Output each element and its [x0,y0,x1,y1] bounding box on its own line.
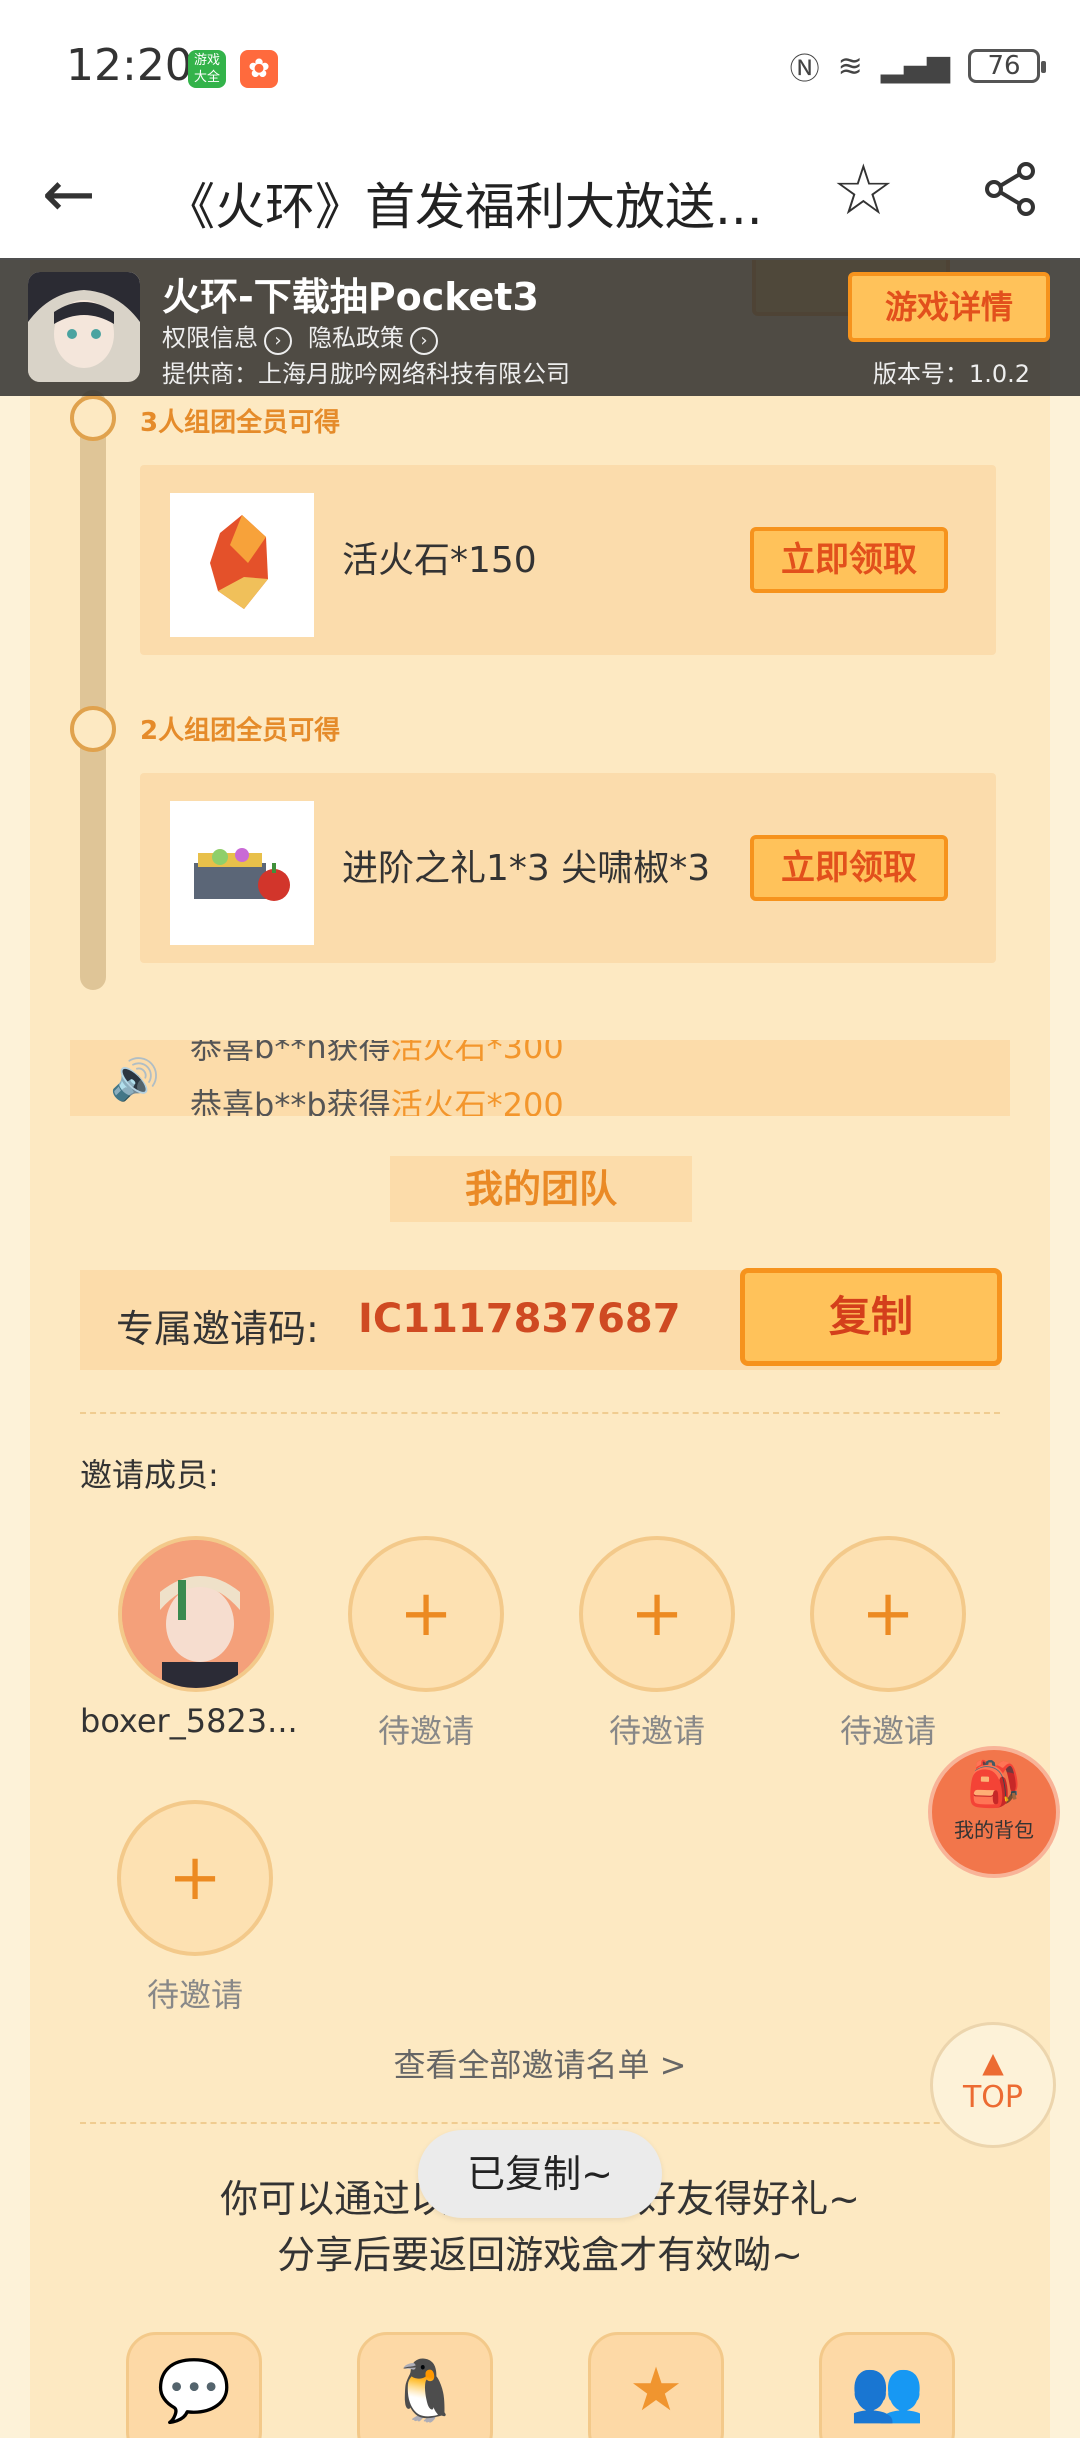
game-avatar[interactable] [28,272,140,382]
privacy-link[interactable]: 隐私政策 › [308,318,438,355]
app-badge-game-box: 游戏大全 [188,50,226,88]
ticker-line: 恭喜b**n获得活火石*300 [190,1040,564,1068]
caret-up-icon: ▲ [982,2046,1004,2079]
app-badge-flower: ✿ [240,50,278,88]
pending-label: 待邀请 [608,1712,705,1750]
share-qzone-icon[interactable]: ★ [588,2332,724,2438]
pending-label: 待邀请 [377,1712,474,1750]
share-hint-line2: 分享后要返回游戏盒才有效呦~ [277,2233,803,2277]
reward-name: 活火石*150 [342,540,537,581]
copy-button[interactable]: 复制 [740,1268,1002,1366]
invite-slot[interactable]: + [810,1536,966,1692]
qq-icon: 🐧 [387,2356,463,2426]
my-bag-label: 我的背包 [954,1818,1034,1842]
gift-chest-image [170,801,314,945]
chevron-right-icon: › [264,327,292,355]
winners-ticker: 🔊 恭喜b**n获得活火石*300 恭喜b**b获得活火石*200 [70,1040,1010,1116]
share-friends-icon[interactable]: 👥 [819,2332,955,2438]
invite-code-value: IC1117837687 [358,1296,681,1342]
game-detail-button[interactable]: 游戏详情 [848,272,1050,342]
privacy-label: 隐私政策 [308,324,404,352]
dashed-divider [80,1412,1000,1414]
wechat-icon: 💬 [156,2356,232,2426]
claim-button[interactable]: 立即领取 [750,527,948,593]
share-icon[interactable] [980,159,1040,219]
timeline-dot [70,706,116,752]
plus-icon: + [399,1577,453,1651]
wifi-icon: ≋ [837,48,863,84]
members-label: 邀请成员: [80,1456,219,1494]
game-info-banner: 火环-下载抽Pocket3 权限信息 › 隐私政策 › 提供商：上海月胧吟网络科技有… [0,258,1080,396]
team-title: 我的团队 [390,1156,692,1222]
invite-code-label: 专属邀请码: [116,1307,319,1351]
invite-slot[interactable]: + [579,1536,735,1692]
status-icons: Ⓝ ≋ ▂▄▆ 76 [789,44,1046,88]
ticker-item: 活火石*300 [390,1040,564,1066]
share-wechat-icon[interactable]: 💬 [126,2332,262,2438]
timeline-dot [70,395,116,441]
status-time: 12:20 [66,40,193,91]
view-all-invites-link[interactable]: 查看全部邀请名单 > [0,2040,1080,2086]
ticker-line: 恭喜b**b获得活火石*200 [190,1080,564,1116]
banner-links: 权限信息 › 隐私政策 › [162,318,438,355]
page-title: 《火环》首发福利大放送... [165,178,763,236]
game-name: 火环-下载抽Pocket3 [162,275,539,319]
ticker-prefix: 恭喜b**n获得 [190,1040,391,1066]
plus-icon: + [168,1841,222,1915]
tier-label: 2人组团全员可得 [140,716,341,746]
ticker-prefix: 恭喜b**b获得 [190,1086,391,1116]
back-arrow-icon[interactable]: ← [42,163,96,227]
permissions-label: 权限信息 [162,324,258,352]
fire-stone-image [170,493,314,637]
nav-bar: ← 《火环》首发福利大放送... ☆ [0,135,1080,260]
tier-label: 3人组团全员可得 [140,408,341,438]
share-qq-icon[interactable]: 🐧 [357,2332,493,2438]
favorite-star-icon[interactable]: ☆ [832,155,895,225]
provider-text: 提供商：上海月胧吟网络科技有限公司 [162,360,570,388]
dashed-divider [80,2122,1000,2124]
signal-icon: ▂▄▆ [880,48,950,84]
friends-icon: 👥 [849,2356,925,2426]
permissions-link[interactable]: 权限信息 › [162,318,292,355]
plus-icon: + [630,1577,684,1651]
pending-label: 待邀请 [839,1712,936,1750]
ticker-item: 活火石*200 [390,1086,564,1116]
tier-timeline [80,390,106,990]
reward-card: 进阶之礼1*3 尖啸椒*3 立即领取 [140,773,996,963]
qzone-star-icon: ★ [629,2355,683,2425]
invite-slot[interactable]: + [117,1800,273,1956]
plus-icon: + [861,1577,915,1651]
back-to-top-button[interactable]: ▲ TOP [930,2022,1056,2148]
member-avatar[interactable] [118,1536,274,1692]
pending-label: 待邀请 [146,1976,243,2014]
invite-slot[interactable]: + [348,1536,504,1692]
speaker-icon: 🔊 [110,1057,160,1103]
backpack-icon: 🎒 [966,1759,1022,1810]
nfc-icon: Ⓝ [789,52,820,87]
claim-button[interactable]: 立即领取 [750,835,948,901]
reward-card: 活火石*150 立即领取 [140,465,996,655]
main-content: 3人组团全员可得 活火石*150 立即领取 2人组团全员可得 进阶之礼1*3 尖… [0,260,1080,2438]
battery-icon: 76 [968,49,1046,83]
copied-toast: 已复制~ [418,2130,662,2218]
version-text: 版本号：1.0.2 [872,360,1030,388]
my-bag-button[interactable]: 🎒 我的背包 [928,1746,1060,1878]
member-name: boxer_5823... [80,1702,298,1740]
status-bar: 12:20 游戏大全 ✿ Ⓝ ≋ ▂▄▆ 76 [0,0,1080,135]
invite-code-row: 专属邀请码: IC1117837687 复制 [80,1268,1002,1370]
chevron-right-icon: › [410,327,438,355]
top-label: TOP [962,2080,1024,2115]
reward-name: 进阶之礼1*3 尖啸椒*3 [342,848,711,889]
